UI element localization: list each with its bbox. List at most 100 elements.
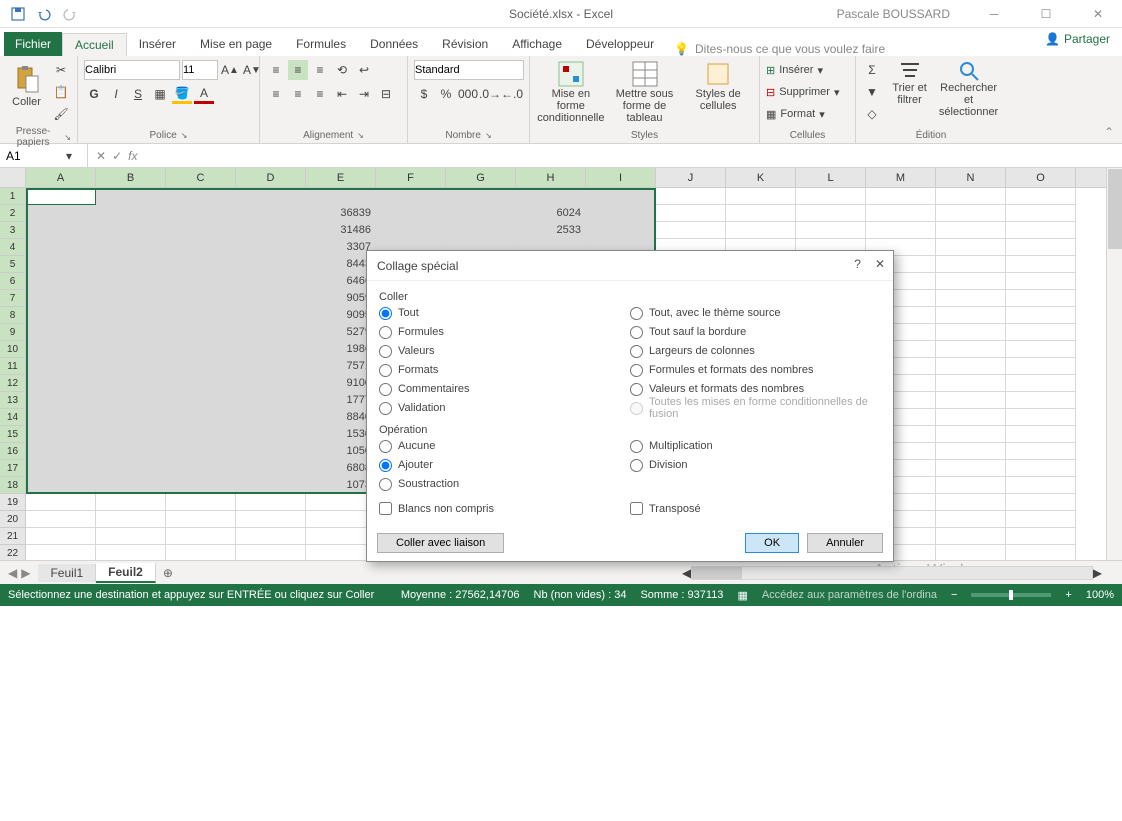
thousands-icon[interactable]: 000 (458, 84, 478, 104)
cell[interactable] (96, 273, 166, 290)
cell[interactable] (236, 307, 306, 324)
cell[interactable] (96, 358, 166, 375)
copy-icon[interactable]: 📋 (51, 82, 71, 102)
column-header-L[interactable]: L (796, 168, 866, 187)
cell[interactable] (26, 511, 96, 528)
cell[interactable] (166, 511, 236, 528)
transpose-checkbox[interactable]: Transposé (630, 502, 881, 515)
row-header[interactable]: 16 (0, 443, 26, 460)
share-button[interactable]: 👤 Partager (1045, 32, 1110, 46)
cell[interactable] (166, 528, 236, 545)
cell[interactable] (166, 188, 236, 205)
radio-option[interactable]: Formats (379, 362, 630, 378)
row-header[interactable]: 3 (0, 222, 26, 239)
radio-option[interactable]: Tout (379, 305, 630, 321)
sheet-nav-next-icon[interactable]: ▶ (21, 566, 30, 580)
format-as-table-button[interactable]: Mettre sous forme de tableau (610, 60, 680, 124)
cell[interactable] (236, 273, 306, 290)
italic-button[interactable]: I (106, 84, 126, 104)
cell[interactable] (96, 205, 166, 222)
cell[interactable] (236, 256, 306, 273)
row-header[interactable]: 17 (0, 460, 26, 477)
cell[interactable] (236, 341, 306, 358)
cell[interactable] (166, 324, 236, 341)
cell[interactable] (656, 205, 726, 222)
cell[interactable] (236, 460, 306, 477)
row-header[interactable]: 19 (0, 494, 26, 511)
cell[interactable] (936, 375, 1006, 392)
cell[interactable] (96, 511, 166, 528)
wrap-text-icon[interactable]: ↩ (354, 60, 374, 80)
redo-icon[interactable] (58, 3, 82, 25)
tab-accueil[interactable]: Accueil (62, 33, 127, 57)
column-header-G[interactable]: G (446, 168, 516, 187)
radio-option[interactable]: Formules et formats des nombres (630, 362, 881, 378)
cell[interactable] (936, 341, 1006, 358)
cell[interactable] (376, 188, 446, 205)
paste-link-button[interactable]: Coller avec liaison (377, 533, 504, 553)
sheet-nav-prev-icon[interactable]: ◀ (8, 566, 17, 580)
collapse-ribbon-icon[interactable]: ⌃ (1104, 125, 1114, 139)
paste-button[interactable]: Coller (6, 60, 47, 112)
cell[interactable] (726, 205, 796, 222)
cell[interactable] (236, 239, 306, 256)
cell[interactable] (166, 290, 236, 307)
column-header-D[interactable]: D (236, 168, 306, 187)
cell[interactable] (236, 494, 306, 511)
cell[interactable] (166, 409, 236, 426)
percent-icon[interactable]: % (436, 84, 456, 104)
cell[interactable] (796, 188, 866, 205)
cell[interactable] (936, 443, 1006, 460)
format-painter-icon[interactable]: 🖌 (51, 104, 71, 124)
tab-inserer[interactable]: Insérer (127, 32, 188, 56)
cell[interactable] (26, 528, 96, 545)
cell[interactable] (96, 460, 166, 477)
radio-option[interactable]: Tout, avec le thème source (630, 305, 881, 321)
cell[interactable] (236, 392, 306, 409)
cell[interactable] (26, 494, 96, 511)
cell[interactable] (936, 426, 1006, 443)
clear-icon[interactable]: ◇ (862, 104, 882, 124)
cell[interactable] (166, 307, 236, 324)
tab-donnees[interactable]: Données (358, 32, 430, 56)
cell-styles-button[interactable]: Styles de cellules (683, 60, 753, 112)
cell[interactable] (166, 494, 236, 511)
cell[interactable] (936, 222, 1006, 239)
cell[interactable] (26, 307, 96, 324)
fill-color-icon[interactable]: 🪣 (172, 84, 192, 104)
cell[interactable] (96, 256, 166, 273)
tab-revision[interactable]: Révision (430, 32, 500, 56)
column-header-K[interactable]: K (726, 168, 796, 187)
row-header[interactable]: 5 (0, 256, 26, 273)
sort-filter-button[interactable]: Trier et filtrer (886, 60, 933, 106)
radio-option[interactable]: Valeurs (379, 343, 630, 359)
column-header-M[interactable]: M (866, 168, 936, 187)
zoom-out-icon[interactable]: − (951, 589, 957, 601)
cell[interactable] (26, 409, 96, 426)
sheet-tab-feuil2[interactable]: Feuil2 (96, 563, 156, 583)
cell[interactable] (96, 222, 166, 239)
row-header[interactable]: 20 (0, 511, 26, 528)
row-header[interactable]: 1 (0, 188, 26, 205)
cell[interactable] (936, 392, 1006, 409)
conditional-formatting-button[interactable]: Mise en forme conditionnelle (536, 60, 606, 124)
fx-icon[interactable]: fx (128, 149, 137, 163)
cell[interactable] (936, 273, 1006, 290)
cell[interactable] (936, 324, 1006, 341)
cell[interactable] (936, 307, 1006, 324)
cell[interactable]: 2533 (516, 222, 586, 239)
cell[interactable] (236, 409, 306, 426)
cell[interactable] (166, 341, 236, 358)
cell[interactable] (936, 477, 1006, 494)
cell[interactable] (96, 477, 166, 494)
decrease-font-icon[interactable]: A▼ (242, 60, 262, 80)
row-header[interactable]: 18 (0, 477, 26, 494)
zoom-slider[interactable] (971, 593, 1051, 597)
cell[interactable] (936, 511, 1006, 528)
cell[interactable] (1006, 375, 1076, 392)
row-header[interactable]: 9 (0, 324, 26, 341)
cell[interactable] (586, 188, 656, 205)
radio-option[interactable]: Largeurs de colonnes (630, 343, 881, 359)
row-header[interactable]: 6 (0, 273, 26, 290)
cell[interactable] (1006, 358, 1076, 375)
